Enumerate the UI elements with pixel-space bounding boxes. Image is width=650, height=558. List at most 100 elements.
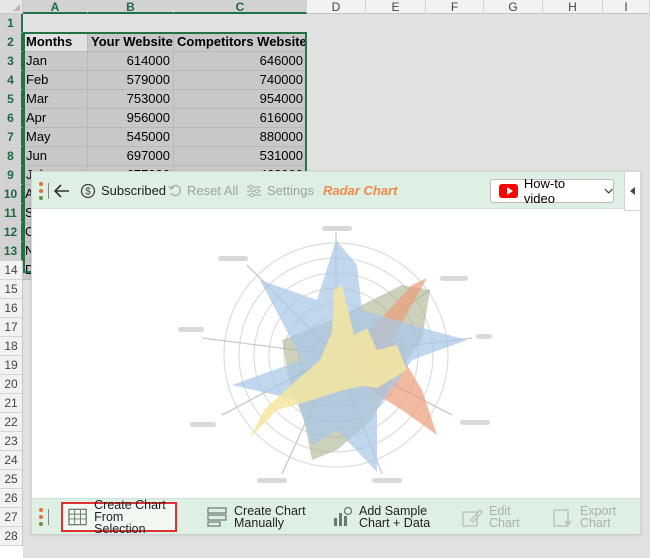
edit-chart-button[interactable]: Edit Chart bbox=[461, 499, 520, 535]
list-form-icon bbox=[207, 507, 227, 527]
data-cell[interactable]: Feb bbox=[23, 71, 88, 90]
reset-all-label: Reset All bbox=[187, 183, 239, 198]
row-header-21[interactable]: 21 bbox=[0, 394, 23, 413]
column-header-h[interactable]: H bbox=[543, 0, 603, 14]
select-all-corner[interactable] bbox=[0, 0, 23, 14]
row-header-4[interactable]: 4 bbox=[0, 71, 23, 90]
row-header-15[interactable]: 15 bbox=[0, 280, 23, 299]
data-cell[interactable]: 954000 bbox=[174, 90, 307, 109]
chart-addin-panel: $ Subscribed Reset All Settings Radar Ch… bbox=[31, 171, 641, 536]
data-cell[interactable]: 579000 bbox=[88, 71, 174, 90]
row-header-7[interactable]: 7 bbox=[0, 128, 23, 147]
row-header-22[interactable]: 22 bbox=[0, 413, 23, 432]
edit-chart-icon bbox=[462, 509, 483, 527]
table-grid-icon bbox=[68, 508, 87, 526]
column-header-i[interactable]: I bbox=[603, 0, 650, 14]
create-chart-from-selection-button[interactable]: Create Chart From Selection bbox=[61, 499, 177, 536]
chevron-down-icon bbox=[604, 188, 613, 194]
panel-bottom-bar: Create Chart From Selection Create Chart M… bbox=[32, 498, 640, 536]
back-arrow-icon bbox=[54, 183, 69, 198]
data-cell[interactable]: 531000 bbox=[174, 147, 307, 166]
data-cell[interactable]: 614000 bbox=[88, 52, 174, 71]
row-header-1[interactable]: 1 bbox=[0, 14, 23, 33]
reset-all-button[interactable]: Reset All bbox=[168, 172, 238, 209]
column-header-g[interactable]: G bbox=[484, 0, 543, 14]
data-cell[interactable]: 545000 bbox=[88, 128, 174, 147]
data-cell[interactable]: 753000 bbox=[88, 90, 174, 109]
data-cell[interactable]: 880000 bbox=[174, 128, 307, 147]
row-header-24[interactable]: 24 bbox=[0, 451, 23, 470]
add-sample-chart-data-button[interactable]: Add Sample Chart + Data bbox=[331, 499, 430, 535]
subscribed-label: Subscribed bbox=[101, 183, 167, 198]
row-header-25[interactable]: 25 bbox=[0, 470, 23, 489]
how-to-video-label: How-to video bbox=[523, 176, 566, 206]
row-header-3[interactable]: 3 bbox=[0, 52, 23, 71]
subscribed-button[interactable]: $ Subscribed bbox=[80, 172, 166, 209]
create-chart-manually-button[interactable]: Create Chart Manually bbox=[206, 499, 306, 535]
row-header-6[interactable]: 6 bbox=[0, 109, 23, 128]
data-cell[interactable]: Mar bbox=[23, 90, 88, 109]
row-header-12[interactable]: 12 bbox=[0, 223, 23, 242]
row-header-23[interactable]: 23 bbox=[0, 432, 23, 451]
row-header-10[interactable]: 10 bbox=[0, 185, 23, 204]
data-cell[interactable]: 646000 bbox=[174, 52, 307, 71]
data-cell[interactable]: May bbox=[23, 128, 88, 147]
row-header-28[interactable]: 28 bbox=[0, 527, 23, 546]
row-header-14[interactable]: 14 bbox=[0, 261, 23, 280]
column-header-e[interactable]: E bbox=[366, 0, 426, 14]
export-icon bbox=[553, 509, 572, 527]
drag-handle-icon[interactable] bbox=[38, 182, 44, 200]
row-header-27[interactable]: 27 bbox=[0, 508, 23, 527]
edit-chart-line2: Chart bbox=[489, 516, 520, 530]
data-cell[interactable]: 956000 bbox=[88, 109, 174, 128]
export-chart-button[interactable]: Export Chart bbox=[552, 499, 616, 535]
header-cell[interactable]: Your Website bbox=[88, 33, 174, 52]
data-cell[interactable]: Jun bbox=[23, 147, 88, 166]
create-from-selection-line2: From Selection bbox=[94, 510, 146, 536]
row-header-2[interactable]: 2 bbox=[0, 33, 23, 52]
row-header-20[interactable]: 20 bbox=[0, 375, 23, 394]
chart-type-title: Radar Chart bbox=[323, 172, 397, 209]
sample-chart-icon bbox=[334, 506, 353, 526]
how-to-video-dropdown[interactable]: How-to video bbox=[490, 176, 614, 206]
column-header-b[interactable]: B bbox=[88, 0, 174, 14]
settings-label: Settings bbox=[267, 183, 314, 198]
settings-sliders-icon bbox=[247, 184, 261, 197]
column-header-d[interactable]: D bbox=[307, 0, 366, 14]
radar-series-shapes bbox=[232, 240, 467, 472]
panel-toolbar: $ Subscribed Reset All Settings Radar Ch… bbox=[32, 172, 640, 209]
row-header-5[interactable]: 5 bbox=[0, 90, 23, 109]
drag-handle-icon[interactable] bbox=[38, 508, 44, 526]
svg-text:$: $ bbox=[85, 186, 91, 197]
row-header-8[interactable]: 8 bbox=[0, 147, 23, 166]
toolbar-separator bbox=[48, 183, 49, 199]
row-header-19[interactable]: 19 bbox=[0, 356, 23, 375]
column-header-a[interactable]: A bbox=[23, 0, 88, 14]
row-header-11[interactable]: 11 bbox=[0, 204, 23, 223]
create-manually-line2: Manually bbox=[234, 516, 285, 530]
data-cell[interactable]: Jan bbox=[23, 52, 88, 71]
row-header-17[interactable]: 17 bbox=[0, 318, 23, 337]
radar-chart-preview bbox=[178, 226, 492, 483]
dollar-circle-icon: $ bbox=[80, 183, 96, 198]
header-cell[interactable]: Months bbox=[23, 33, 88, 52]
reset-icon bbox=[168, 184, 181, 197]
export-chart-line2: Chart bbox=[580, 516, 611, 530]
data-cell[interactable]: Apr bbox=[23, 109, 88, 128]
row-header-18[interactable]: 18 bbox=[0, 337, 23, 356]
settings-button[interactable]: Settings bbox=[246, 172, 314, 209]
row-header-16[interactable]: 16 bbox=[0, 299, 23, 318]
back-button[interactable] bbox=[54, 172, 70, 209]
row-header-26[interactable]: 26 bbox=[0, 489, 23, 508]
collapse-panel-button[interactable] bbox=[624, 171, 640, 211]
data-cell[interactable]: 740000 bbox=[174, 71, 307, 90]
data-cell[interactable]: 697000 bbox=[88, 147, 174, 166]
column-header-c[interactable]: C bbox=[174, 0, 307, 14]
column-header-f[interactable]: F bbox=[426, 0, 484, 14]
header-cell[interactable]: Competitors Website bbox=[174, 33, 307, 52]
add-sample-line2: Chart + Data bbox=[359, 516, 431, 530]
row-header-13[interactable]: 13 bbox=[0, 242, 23, 261]
youtube-icon bbox=[499, 184, 518, 198]
row-header-9[interactable]: 9 bbox=[0, 166, 23, 185]
data-cell[interactable]: 616000 bbox=[174, 109, 307, 128]
